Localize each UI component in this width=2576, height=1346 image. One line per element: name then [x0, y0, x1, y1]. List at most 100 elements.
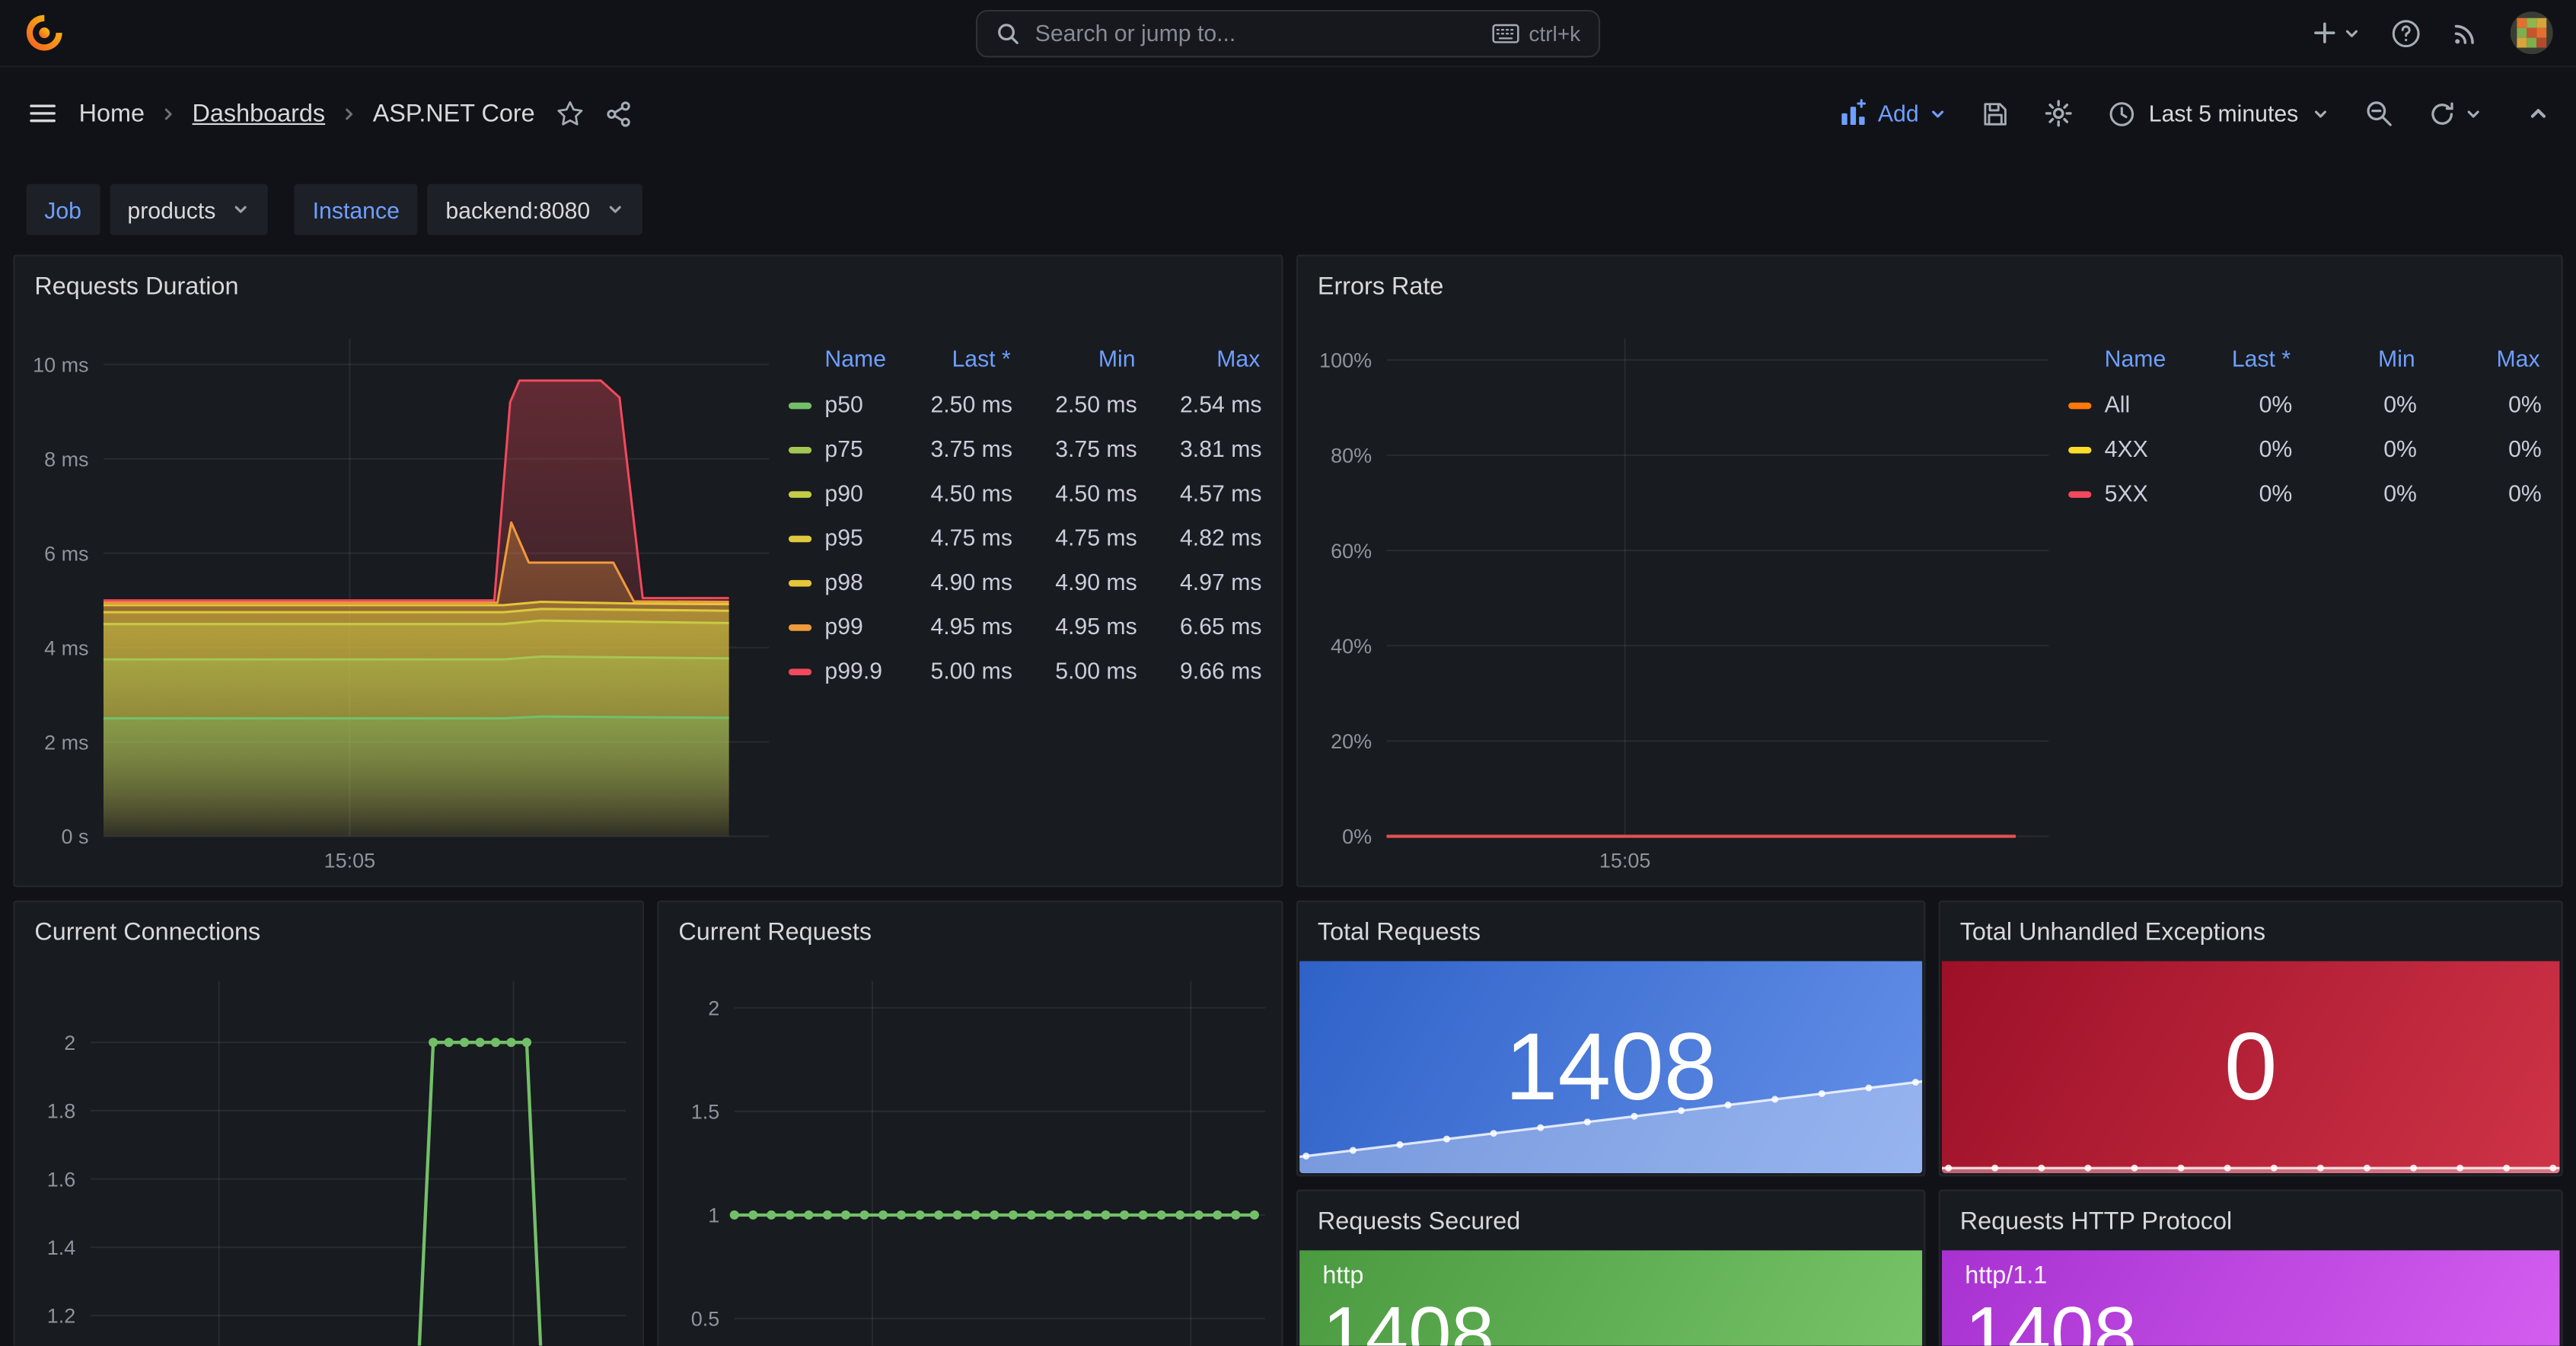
- svg-text:1: 1: [708, 1204, 719, 1227]
- panel-header[interactable]: Errors Rate: [1298, 257, 2562, 316]
- stat-total-requests: 1408: [1299, 962, 1922, 1173]
- breadcrumb-dashboards[interactable]: Dashboards: [193, 100, 326, 128]
- panel-header[interactable]: Total Unhandled Exceptions: [1940, 902, 2562, 962]
- panel-title: Errors Rate: [1318, 272, 1444, 300]
- chevron-right-icon: [159, 104, 177, 123]
- panel-header[interactable]: Total Requests: [1298, 902, 1924, 962]
- legend-table[interactable]: NameLast *MinMaxAll0%0%0%4XX0%0%0%5XX0%0…: [2068, 335, 2542, 514]
- menu-toggle-icon[interactable]: [27, 97, 59, 129]
- add-panel-button[interactable]: Add: [1838, 98, 1946, 128]
- collapse-up-icon[interactable]: [2527, 102, 2549, 125]
- search-placeholder: Search or jump to...: [1035, 20, 1236, 46]
- panel-title: Current Connections: [34, 917, 260, 946]
- panel-header[interactable]: Requests Duration: [14, 257, 1281, 316]
- svg-text:20%: 20%: [1331, 730, 1372, 753]
- variable-instance-label: Instance: [295, 184, 418, 235]
- news-icon[interactable]: [2451, 18, 2481, 48]
- breadcrumb-home[interactable]: Home: [79, 100, 145, 128]
- chevron-down-icon: [607, 200, 625, 218]
- search-input[interactable]: Search or jump to... ctrl+k: [976, 9, 1600, 57]
- svg-text:2: 2: [64, 1032, 75, 1054]
- panel-current-requests: Current Requests 2 1.5 1 0.5: [657, 901, 1283, 1346]
- panel-header[interactable]: Requests Secured: [1298, 1191, 1924, 1251]
- svg-text:1.5: 1.5: [691, 1101, 720, 1124]
- svg-text:4 ms: 4 ms: [44, 636, 88, 659]
- keyboard-icon: [1491, 22, 1519, 43]
- plus-icon: [2312, 20, 2338, 46]
- toolbar-actions: Add Last 5 minutes: [1838, 98, 2549, 128]
- save-icon[interactable]: [1981, 100, 2010, 128]
- panel-errors-rate: Errors Rate 100%80%60%40%20%0%15:05 Name…: [1296, 255, 2563, 888]
- shortcut-label: ctrl+k: [1529, 21, 1580, 45]
- settings-gear-icon[interactable]: [2044, 98, 2074, 128]
- panel-header[interactable]: Current Requests: [658, 902, 1281, 962]
- stat-value: 1408: [1505, 1019, 1717, 1115]
- stat-requests-http-protocol: http/1.1 1408: [1942, 1250, 2559, 1346]
- errors-rate-chart[interactable]: 100%80%60%40%20%0%15:05: [1298, 315, 2068, 885]
- refresh-button[interactable]: [2428, 100, 2482, 128]
- stat-requests-secured: http 1408: [1299, 1250, 1922, 1346]
- requests-duration-chart[interactable]: 10 ms 8 ms 6 ms 4 ms 2 ms 0 s 15:05: [14, 315, 789, 885]
- favorite-star-icon[interactable]: [555, 98, 585, 128]
- variable-job-label: Job: [27, 184, 100, 235]
- grafana-logo-icon[interactable]: [23, 11, 65, 54]
- chevron-down-icon: [232, 200, 250, 218]
- svg-text:10 ms: 10 ms: [33, 353, 88, 376]
- chevron-down-icon[interactable]: [2464, 104, 2482, 123]
- help-icon[interactable]: [2390, 18, 2421, 49]
- new-menu-button[interactable]: [2312, 20, 2361, 46]
- svg-text:8 ms: 8 ms: [44, 448, 88, 470]
- stat-value: 1408: [1965, 1295, 2137, 1346]
- stat-total-unhandled-exceptions: 0: [1942, 962, 2559, 1173]
- stat-series-name: http/1.1: [1965, 1261, 2047, 1290]
- time-range-label: Last 5 minutes: [2149, 100, 2299, 127]
- breadcrumb-current: ASP.NET Core: [373, 100, 535, 128]
- panel-title: Total Requests: [1318, 917, 1481, 946]
- svg-text:15:05: 15:05: [324, 850, 376, 872]
- svg-text:2 ms: 2 ms: [44, 731, 88, 754]
- grafana-app: Search or jump to... ctrl+k: [0, 0, 2576, 1346]
- stat-value: 1408: [1322, 1295, 1494, 1346]
- variables-row: Job products Instance backend:8080: [0, 159, 2576, 234]
- avatar[interactable]: [2511, 11, 2553, 54]
- clock-icon: [2108, 100, 2136, 128]
- panel-title: Total Unhandled Exceptions: [1960, 917, 2265, 946]
- breadcrumb: Home Dashboards ASP.NET Core: [79, 100, 535, 128]
- zoom-out-icon[interactable]: [2364, 98, 2394, 128]
- variable-instance-value[interactable]: backend:8080: [428, 184, 643, 235]
- variable-job-value[interactable]: products: [110, 184, 269, 235]
- chevron-down-icon: [2343, 24, 2361, 42]
- panel-title: Requests HTTP Protocol: [1960, 1207, 2232, 1235]
- variable-job: Job products: [27, 184, 269, 235]
- svg-text:0 s: 0 s: [62, 825, 89, 848]
- panel-requests-duration: Requests Duration 10 ms 8 ms 6 ms 4 ms 2 ms 0…: [13, 255, 1283, 888]
- search-shortcut: ctrl+k: [1491, 21, 1580, 45]
- time-range-picker[interactable]: Last 5 minutes: [2108, 100, 2329, 128]
- top-nav-actions: [2312, 11, 2553, 54]
- current-requests-chart[interactable]: 2 1.5 1 0.5: [658, 962, 1281, 1346]
- panel-title: Requests Secured: [1318, 1207, 1520, 1235]
- chevron-down-icon: [2312, 104, 2330, 123]
- variable-instance: Instance backend:8080: [295, 184, 642, 235]
- panel-header[interactable]: Requests HTTP Protocol: [1940, 1191, 2562, 1251]
- panel-current-connections: Current Connections 21.81.61.41.21: [13, 901, 644, 1346]
- panel-total-unhandled-exceptions: Total Unhandled Exceptions 0: [1939, 901, 2563, 1177]
- current-connections-chart[interactable]: 21.81.61.41.21: [14, 962, 642, 1346]
- svg-text:1.6: 1.6: [47, 1168, 76, 1191]
- panel-total-requests: Total Requests 1408: [1296, 901, 1926, 1177]
- svg-text:40%: 40%: [1331, 635, 1372, 658]
- chevron-down-icon: [1929, 104, 1947, 123]
- svg-text:2: 2: [708, 997, 719, 1020]
- panel-requests-http-protocol: Requests HTTP Protocol http/1.1 1408: [1939, 1190, 2563, 1346]
- panel-header[interactable]: Current Connections: [14, 902, 642, 962]
- svg-text:6 ms: 6 ms: [44, 542, 88, 565]
- svg-text:15:05: 15:05: [1599, 850, 1651, 872]
- stat-sparkline: [1942, 1131, 2559, 1173]
- stat-value: 0: [2224, 1019, 2278, 1115]
- panel-title: Requests Duration: [34, 272, 238, 300]
- svg-text:0.5: 0.5: [691, 1308, 720, 1331]
- stat-series-name: http: [1322, 1261, 1363, 1290]
- share-icon[interactable]: [604, 100, 632, 128]
- legend-table[interactable]: NameLast *MinMaxp502.50 ms2.50 ms2.54 ms…: [789, 335, 1262, 691]
- add-label: Add: [1878, 100, 1919, 127]
